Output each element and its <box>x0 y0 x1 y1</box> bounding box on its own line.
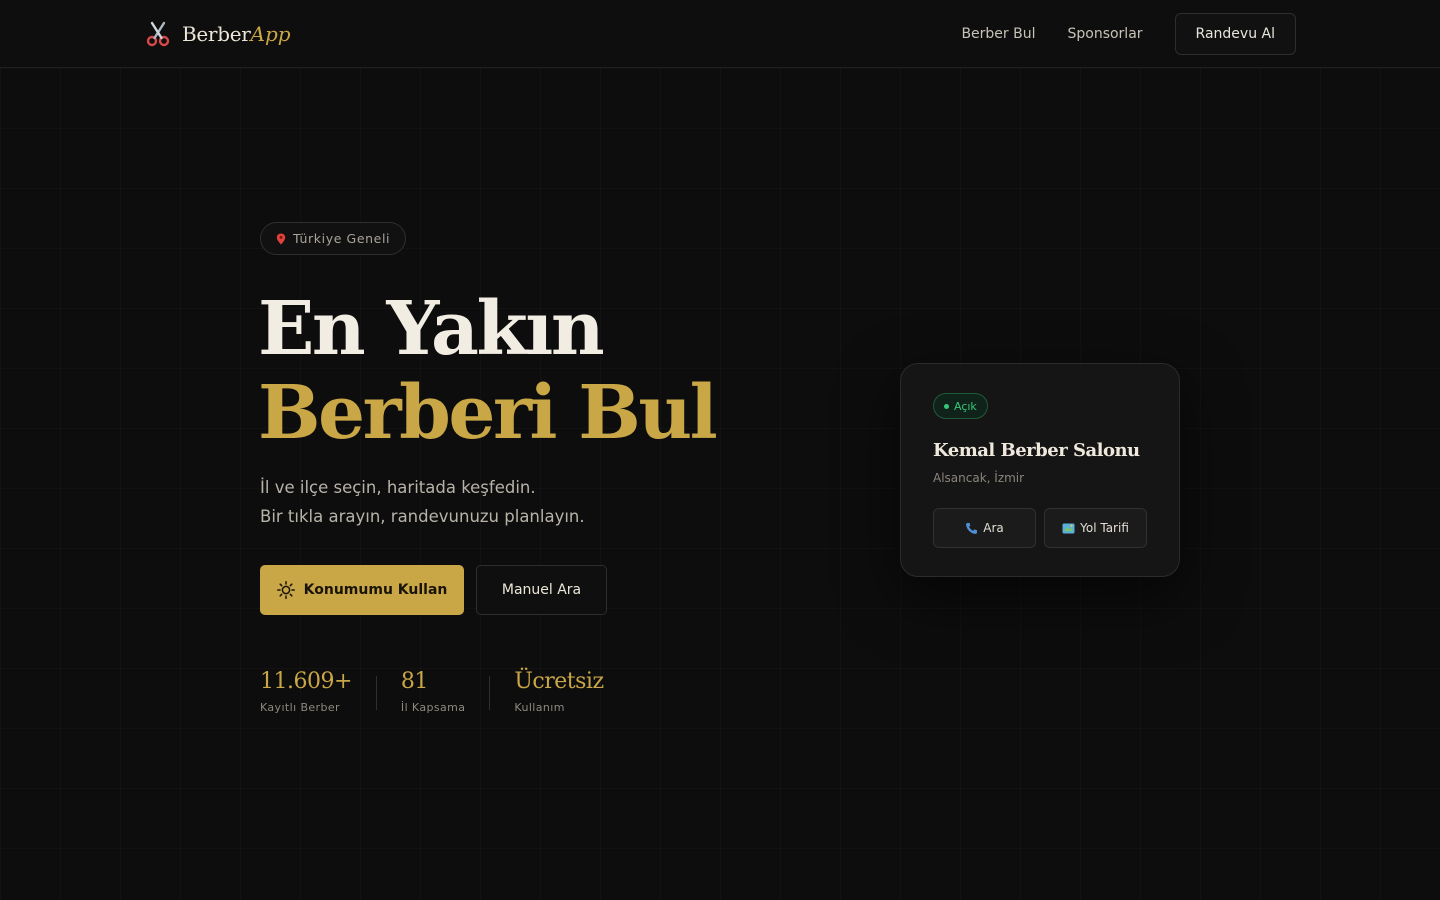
hero-title-line1: En Yakın <box>258 286 605 372</box>
stat-label: Kullanım <box>514 701 565 714</box>
nav-sponsorlar[interactable]: Sponsorlar <box>1067 26 1142 42</box>
manual-search-button[interactable]: Manuel Ara <box>476 565 607 615</box>
barber-name: Kemal Berber Salonu <box>933 440 1140 461</box>
stat-barbers: 11.609+ Kayıtlı Berber <box>260 668 352 714</box>
map-icon <box>1062 523 1075 533</box>
scissors-icon <box>146 21 170 47</box>
background-grid <box>0 68 1440 900</box>
status-text: Açık <box>954 399 977 413</box>
directions-button[interactable]: Yol Tarifi <box>1044 508 1147 548</box>
stat-free: Ücretsiz Kullanım <box>514 668 604 714</box>
hero-title-line2: Berberi Bul <box>258 370 718 456</box>
logo-accent: App <box>250 22 291 46</box>
status-badge: Açık <box>933 393 988 419</box>
top-header: BerberApp Berber Bul Sponsorlar Randevu … <box>0 0 1440 68</box>
map-pin-icon <box>276 233 286 244</box>
logo-text: Berber <box>182 22 251 46</box>
call-button[interactable]: Ara <box>933 508 1036 548</box>
locate-icon <box>276 581 295 599</box>
subtitle-line1: İl ve ilçe seçin, haritada keşfedin. <box>260 478 536 497</box>
hero-subtitle: İl ve ilçe seçin, haritada keşfedin. Bir… <box>260 473 585 531</box>
stat-value: 81 <box>400 669 429 694</box>
use-location-button[interactable]: Konumumu Kullan <box>260 565 464 615</box>
main-nav: Berber Bul Sponsorlar Randevu Al <box>961 13 1296 55</box>
status-dot-icon <box>944 403 949 409</box>
stat-value: 11.609+ <box>260 669 352 694</box>
stat-divider <box>375 676 377 710</box>
nav-berber-bul[interactable]: Berber Bul <box>961 26 1035 42</box>
randevu-al-button[interactable]: Randevu Al <box>1174 13 1296 55</box>
barber-preview-card[interactable]: Açık Kemal Berber Salonu Alsancak, İzmir… <box>900 363 1180 577</box>
call-label: Ara <box>983 521 1004 535</box>
stat-value: Ücretsiz <box>514 669 604 694</box>
region-badge: Türkiye Geneli <box>260 222 407 255</box>
stats-row: 11.609+ Kayıtlı Berber 81 İl Kapsama Ücr… <box>260 668 604 714</box>
directions-label: Yol Tarifi <box>1080 521 1129 535</box>
stat-label: Kayıtlı Berber <box>260 701 340 714</box>
subtitle-line2: Bir tıkla arayın, randevunuzu planlayın. <box>260 507 585 526</box>
stat-divider <box>489 676 491 710</box>
stat-provinces: 81 İl Kapsama <box>401 668 465 714</box>
use-location-label: Konumumu Kullan <box>303 582 448 598</box>
logo[interactable]: BerberApp <box>144 20 291 48</box>
stat-label: İl Kapsama <box>400 701 466 714</box>
phone-icon <box>966 522 978 534</box>
barber-location: Alsancak, İzmir <box>933 471 1025 485</box>
badge-text: Türkiye Geneli <box>293 231 391 246</box>
